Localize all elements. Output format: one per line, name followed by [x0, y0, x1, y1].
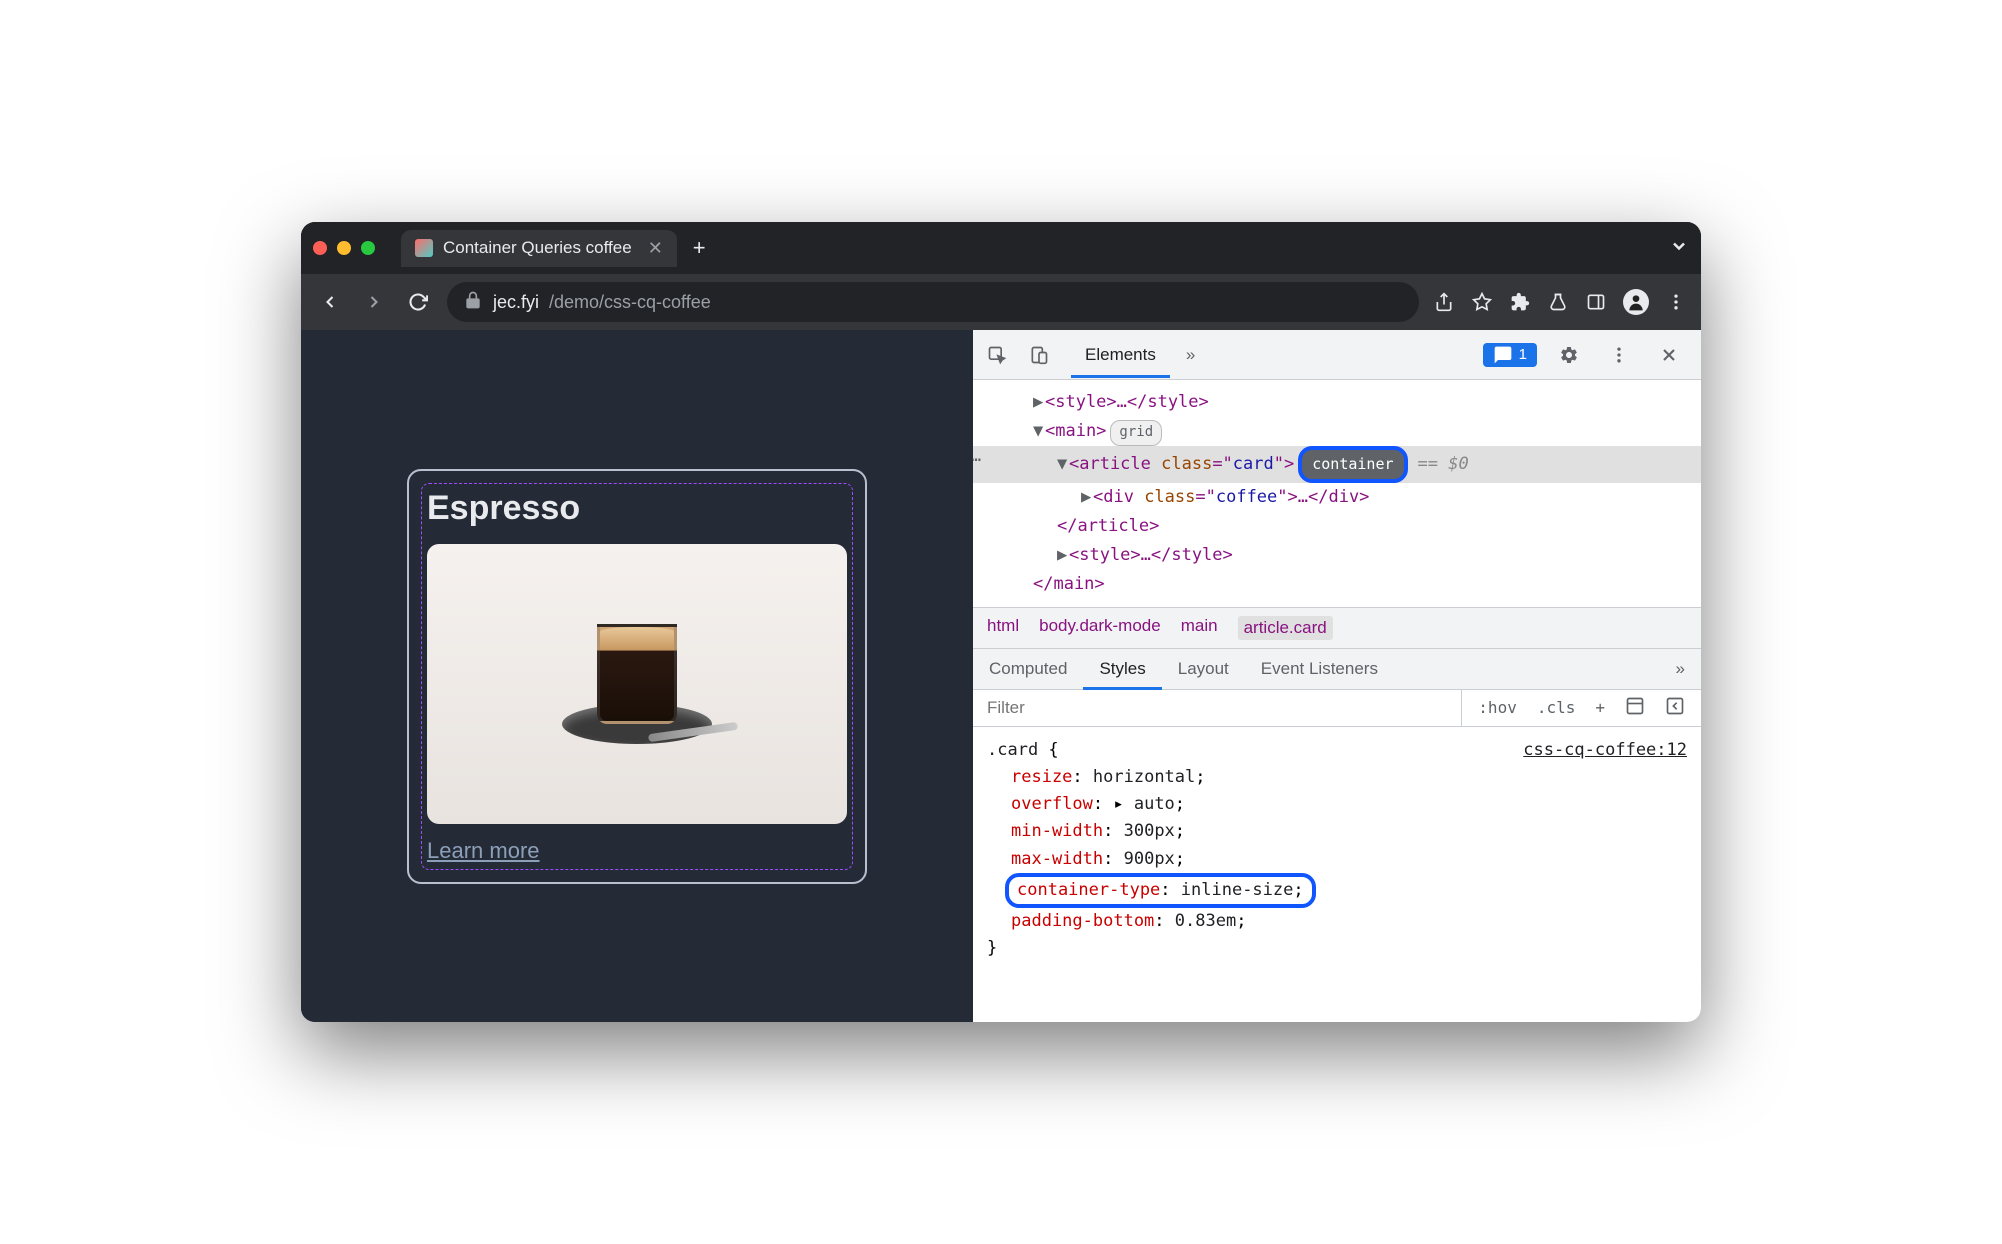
back-button[interactable] [315, 287, 345, 317]
selected-node-marker: == $0 [1418, 454, 1469, 474]
maximize-window-button[interactable] [361, 241, 375, 255]
css-prop-max-width[interactable]: max-width: 900px; [987, 846, 1687, 873]
bookmark-star-icon[interactable] [1471, 291, 1493, 313]
share-icon[interactable] [1433, 291, 1455, 313]
settings-gear-icon[interactable] [1551, 339, 1587, 371]
labs-flask-icon[interactable] [1547, 291, 1569, 313]
breadcrumb-article[interactable]: article.card [1238, 616, 1333, 640]
grid-badge[interactable]: grid [1110, 420, 1162, 446]
device-toolbar-button[interactable] [1021, 339, 1057, 371]
cls-button[interactable]: .cls [1531, 694, 1582, 721]
styles-filter-row: :hov .cls + [973, 690, 1701, 727]
devtools-panel: Elements » 1 ▶<style>…</style> ▼<main>gr… [973, 330, 1701, 1022]
viewport-split: Espresso Learn more Elements » [301, 330, 1701, 1022]
inspect-element-button[interactable] [979, 339, 1015, 371]
dom-node-style[interactable]: ▶<style>…</style> [973, 388, 1701, 417]
issues-badge[interactable]: 1 [1483, 343, 1537, 367]
more-styles-tabs[interactable]: » [1660, 649, 1701, 689]
container-badge[interactable]: container [1298, 446, 1407, 484]
styles-subtabs: Computed Styles Layout Event Listeners » [973, 649, 1701, 690]
card-article: Espresso Learn more [407, 469, 867, 884]
devtools-close-button[interactable] [1651, 339, 1687, 371]
url-path: /demo/css-cq-coffee [549, 292, 711, 313]
dom-node-main[interactable]: ▼<main>grid [973, 417, 1701, 446]
learn-more-link[interactable]: Learn more [427, 838, 540, 863]
tab-title: Container Queries coffee [443, 238, 632, 258]
dom-node-article-selected[interactable]: ▼<article class="card">container== $0 [973, 446, 1701, 484]
browser-menu-button[interactable] [1665, 291, 1687, 313]
minimize-window-button[interactable] [337, 241, 351, 255]
side-panel-icon[interactable] [1585, 291, 1607, 313]
lock-icon [463, 290, 483, 315]
layout-tab[interactable]: Layout [1162, 649, 1245, 689]
devtools-menu-button[interactable] [1601, 339, 1637, 371]
window-controls [313, 241, 375, 255]
dom-node-main-close[interactable]: </main> [973, 570, 1701, 599]
url-domain: jec.fyi [493, 292, 539, 313]
css-prop-padding-bottom[interactable]: padding-bottom: 0.83em; [987, 908, 1687, 935]
elements-tab[interactable]: Elements [1071, 333, 1170, 377]
styles-tab[interactable]: Styles [1083, 649, 1161, 689]
devtools-header: Elements » 1 [973, 330, 1701, 380]
new-tab-button[interactable]: + [693, 235, 706, 261]
event-listeners-tab[interactable]: Event Listeners [1245, 649, 1394, 689]
dom-node-style2[interactable]: ▶<style>…</style> [973, 541, 1701, 570]
breadcrumb-body[interactable]: body.dark-mode [1039, 616, 1161, 640]
coffee-image [427, 544, 847, 824]
card-title: Espresso [427, 489, 847, 528]
dom-tree[interactable]: ▶<style>…</style> ▼<main>grid ▼<article … [973, 380, 1701, 607]
favicon-icon [415, 239, 433, 257]
breadcrumb-main[interactable]: main [1181, 616, 1218, 640]
breadcrumb-html[interactable]: html [987, 616, 1019, 640]
more-tabs-button[interactable]: » [1172, 333, 1209, 377]
css-prop-resize[interactable]: resize: horizontal; [987, 764, 1687, 791]
tab-list-expand-button[interactable] [1669, 236, 1689, 261]
hov-button[interactable]: :hov [1472, 694, 1523, 721]
toolbar-actions [1433, 289, 1687, 315]
css-selector[interactable]: .card [987, 740, 1038, 760]
styles-filter-input[interactable] [973, 690, 1461, 726]
issues-count: 1 [1519, 346, 1527, 363]
browser-tab[interactable]: Container Queries coffee ✕ [401, 230, 677, 267]
css-prop-min-width[interactable]: min-width: 300px; [987, 818, 1687, 845]
new-rule-button[interactable]: + [1589, 694, 1611, 721]
browser-window: Container Queries coffee ✕ + jec.fyi/dem… [301, 222, 1701, 1022]
tab-bar: Container Queries coffee ✕ + [301, 222, 1701, 274]
profile-avatar[interactable] [1623, 289, 1649, 315]
close-tab-button[interactable]: ✕ [648, 238, 663, 259]
toolbar: jec.fyi/demo/css-cq-coffee [301, 274, 1701, 330]
computed-sidebar-icon[interactable] [1619, 692, 1651, 724]
address-bar[interactable]: jec.fyi/demo/css-cq-coffee [447, 282, 1419, 322]
extensions-icon[interactable] [1509, 291, 1531, 313]
rendered-page: Espresso Learn more [301, 330, 973, 1022]
dom-node-div-coffee[interactable]: ▶<div class="coffee">…</div> [973, 483, 1701, 512]
rendering-panel-icon[interactable] [1659, 692, 1691, 724]
close-window-button[interactable] [313, 241, 327, 255]
forward-button[interactable] [359, 287, 389, 317]
css-rule-card[interactable]: .card { css-cq-coffee:12 resize: horizon… [973, 727, 1701, 1022]
css-prop-container-type-highlighted[interactable]: container-type: inline-size; [1005, 873, 1316, 908]
dom-node-article-close[interactable]: </article> [973, 512, 1701, 541]
computed-tab[interactable]: Computed [973, 649, 1083, 689]
css-source-link[interactable]: css-cq-coffee:12 [1523, 737, 1687, 764]
dom-breadcrumb: html body.dark-mode main article.card [973, 607, 1701, 649]
css-prop-overflow[interactable]: overflow: ▸ auto; [987, 791, 1687, 818]
reload-button[interactable] [403, 287, 433, 317]
